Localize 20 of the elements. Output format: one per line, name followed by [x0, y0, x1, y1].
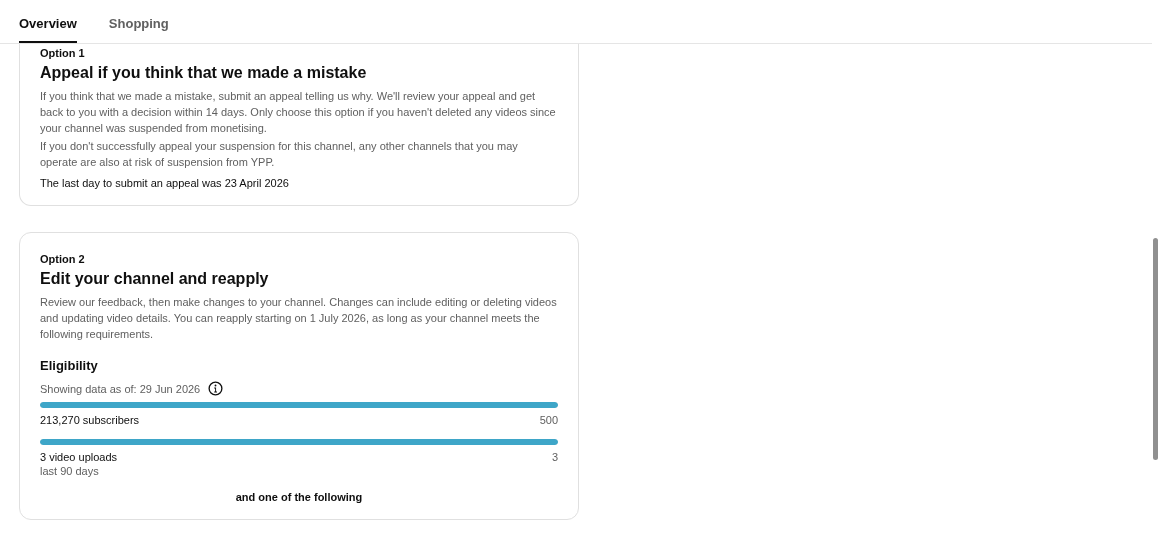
tab[interactable]: Overview — [19, 0, 77, 43]
description-text: Review our feedback, then make changes to your channel. Changes can include editing or deleting videos and updating video details. You can reapply starting on 1 July 2026, as long as your channel meets the following requirements. — [40, 295, 558, 342]
option-label: Option 1 — [40, 47, 86, 59]
option-label: Option 2 — [40, 253, 86, 265]
scrollbar-thumb[interactable] — [1153, 238, 1158, 460]
description-text: If you don't successfully appeal your suspension for this channel, any other channels that you may operate are also at risk of suspension from YPP. — [40, 139, 519, 170]
option-title: Edit your channel and reapply — [40, 270, 270, 288]
metric-label: 3 video uploads — [40, 451, 118, 463]
metric-label: 213,270 subscribers — [40, 414, 140, 426]
metric-sublabel: last 90 days — [40, 465, 100, 477]
eligibility-heading: Eligibility — [40, 358, 99, 373]
description-text: If you think that we made a mistake, submit an appeal telling us why. We'll review your appeal and get back to you with a decision within 14 days. Only choose this option if you haven't deleted any videos since your channel was suspended from monetising. — [40, 89, 557, 136]
option-title: Appeal if you think that we made a mistake — [40, 64, 368, 82]
data-date-text: Showing data as of: 29 Jun 2026 — [40, 382, 201, 395]
info-icon[interactable] — [208, 381, 224, 396]
metric-target: 3 — [551, 451, 558, 465]
tab[interactable]: Shopping — [108, 0, 169, 43]
deadline-text: The last day to submit an appeal was 23 April 2026 — [40, 177, 290, 189]
metric-target: 500 — [539, 414, 558, 426]
requirement-text: and one of the following — [234, 491, 364, 503]
